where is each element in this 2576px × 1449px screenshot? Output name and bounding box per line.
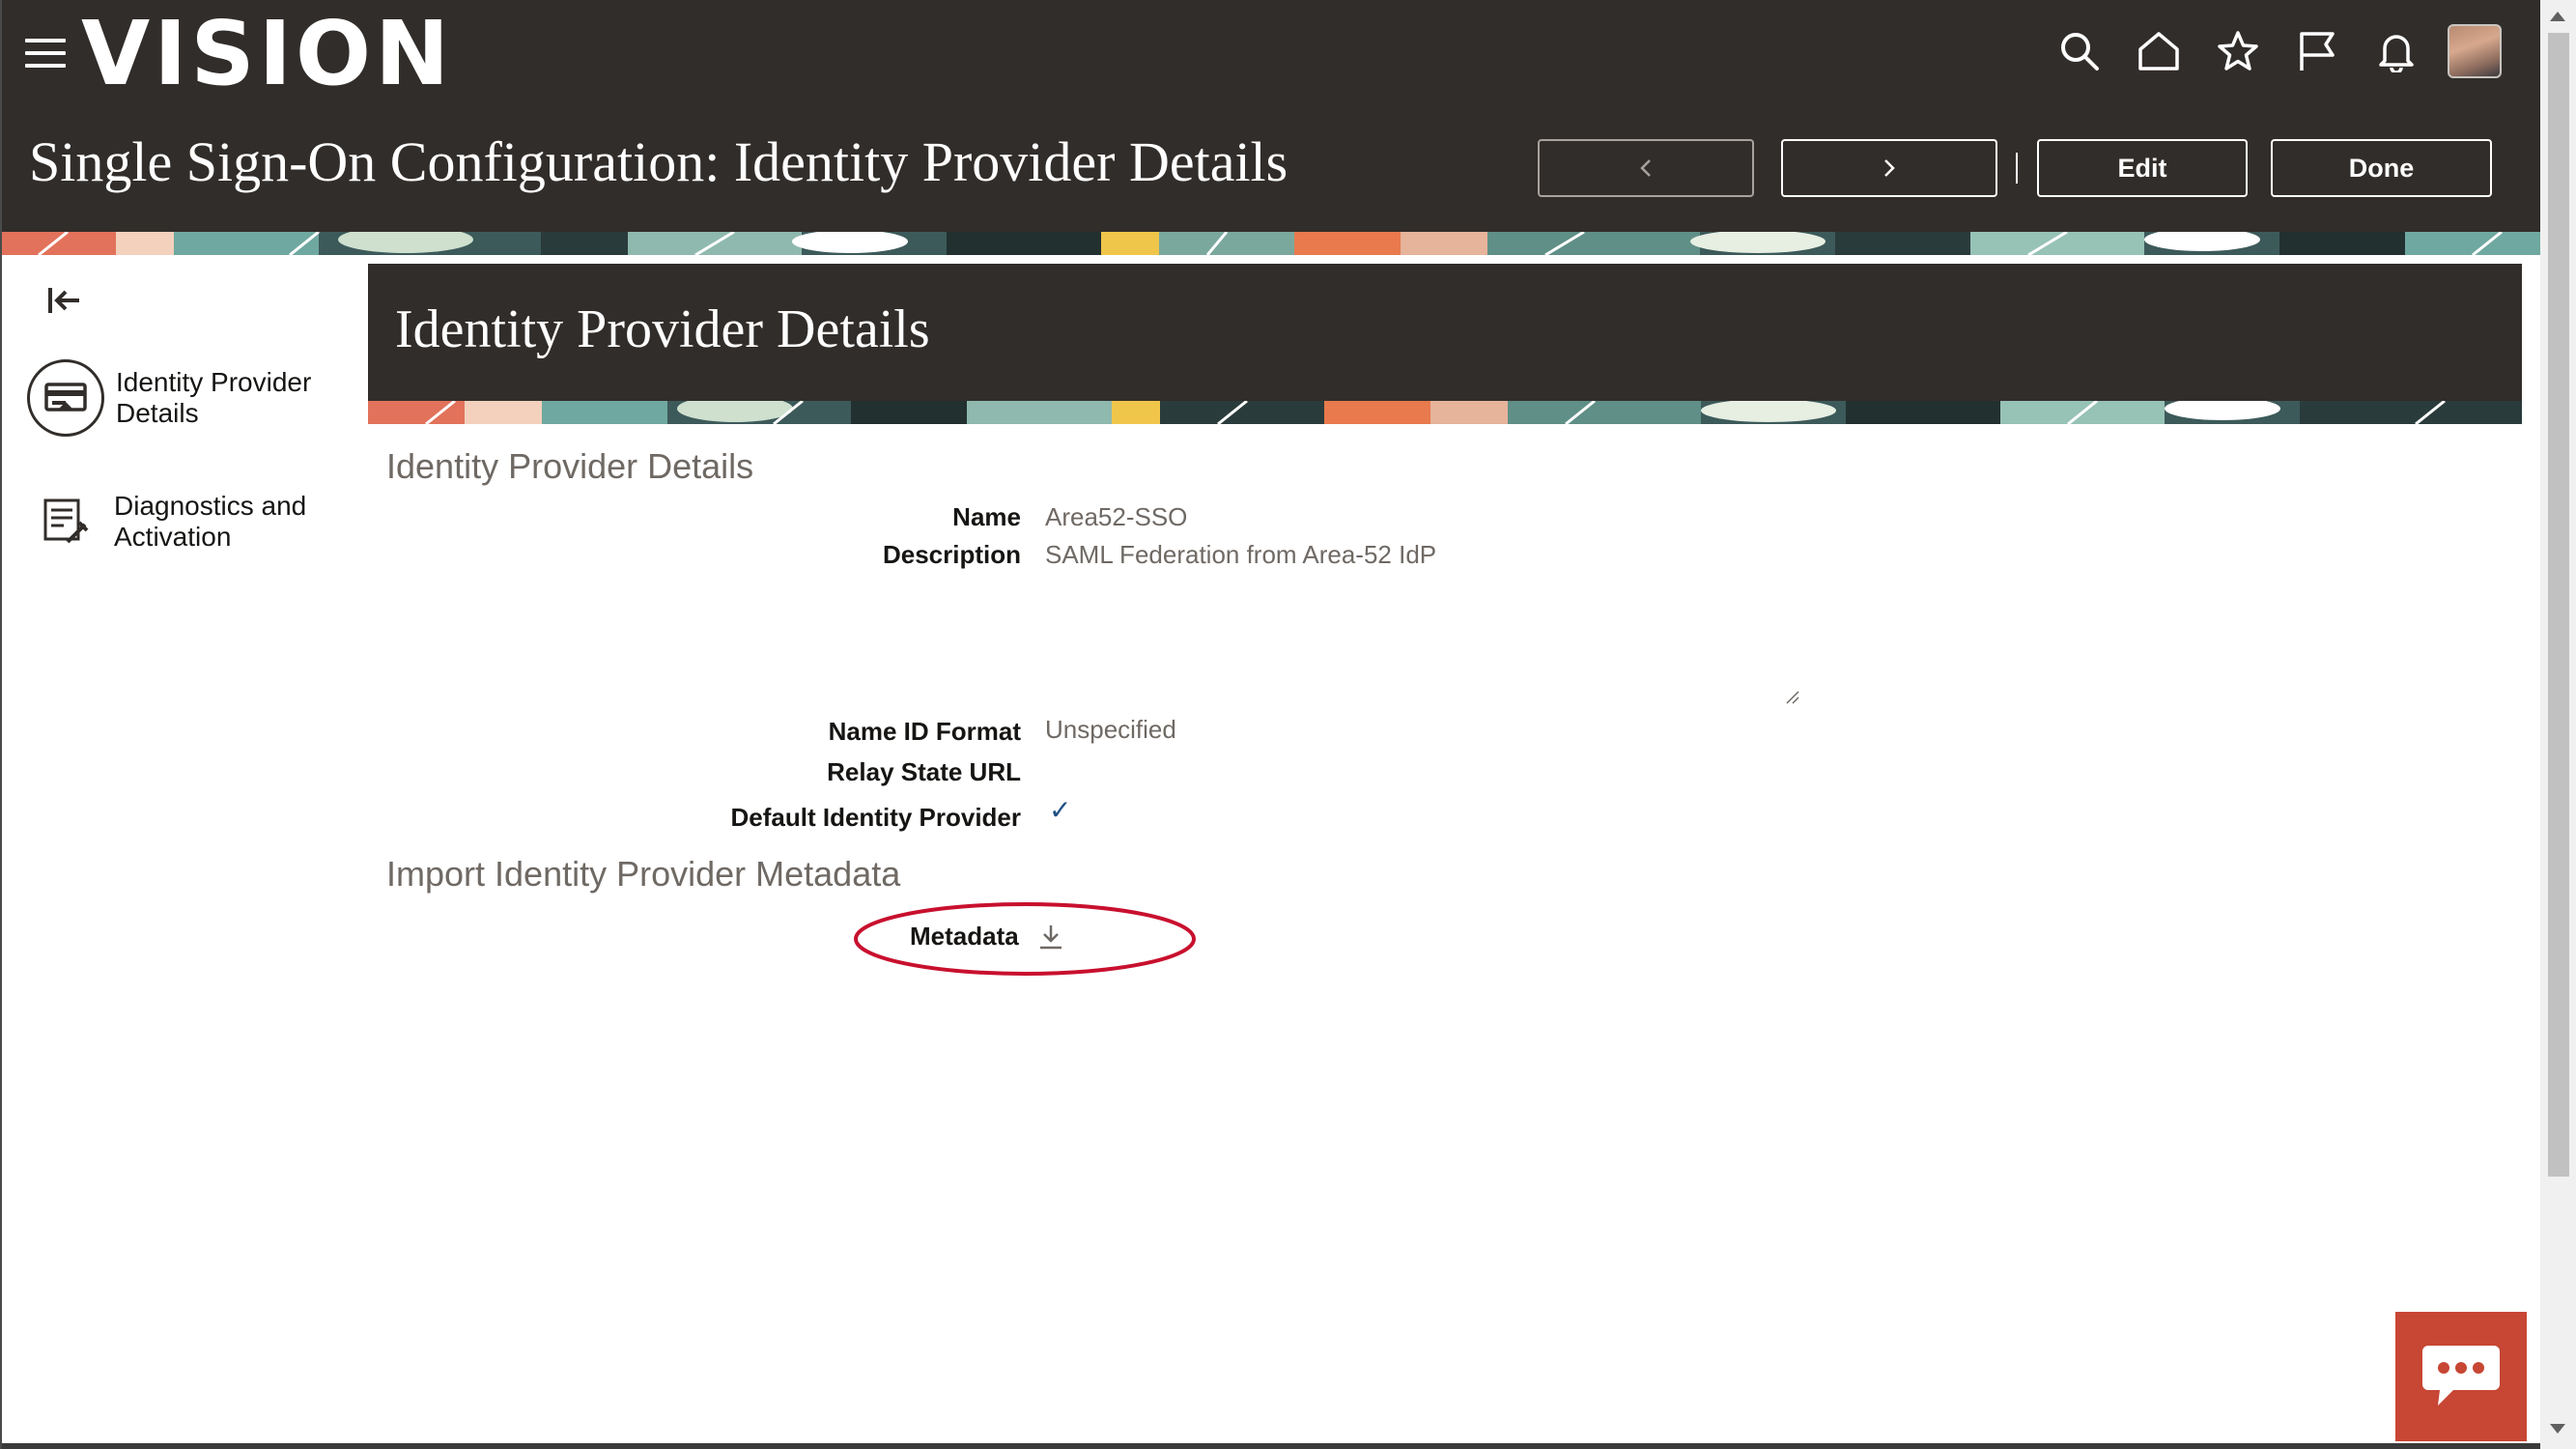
edit-button[interactable]: Edit [2037, 139, 2248, 197]
scroll-up-arrow-icon[interactable] [2550, 12, 2565, 21]
previous-button[interactable] [1538, 139, 1754, 197]
hamburger-menu-icon[interactable] [25, 39, 66, 70]
home-icon[interactable] [2119, 19, 2198, 83]
download-icon[interactable] [1037, 923, 1064, 952]
collapse-panel-icon[interactable] [46, 284, 83, 317]
section-title-identity-provider-details: Identity Provider Details [386, 446, 754, 486]
window-bottom-border [0, 1443, 2540, 1449]
header-decorative-banner [0, 232, 2540, 255]
default-identity-provider-label: Default Identity Provider [730, 803, 1022, 832]
section-title-import-metadata: Import Identity Provider Metadata [386, 854, 901, 894]
chat-assistant-button[interactable] [2395, 1312, 2527, 1441]
sidebar-item-diagnostics-and-activation[interactable]: Diagnostics and Activation [27, 491, 336, 553]
relay-state-url-label: Relay State URL [827, 757, 1021, 786]
global-toolbar [2040, 19, 2521, 83]
name-id-format-value: Unspecified [1045, 715, 1176, 744]
sidebar-item-identity-provider-details[interactable]: Identity Provider Details [27, 359, 338, 437]
name-label: Name [952, 502, 1021, 531]
window-left-border [0, 0, 2, 1449]
sidebar-item-label: Identity Provider Details [116, 367, 312, 428]
scrollbar-thumb[interactable] [2548, 33, 2569, 1177]
page-title: Single Sign-On Configuration: Identity P… [29, 130, 1288, 193]
highlight-oval-annotation [854, 902, 1196, 976]
panel-title: Identity Provider Details [395, 299, 930, 359]
scroll-down-arrow-icon[interactable] [2550, 1424, 2565, 1434]
panel-header: Identity Provider Details [368, 264, 2522, 401]
identity-card-icon [27, 359, 104, 437]
description-label: Description [882, 540, 1021, 569]
chat-bubble-icon [2422, 1346, 2500, 1406]
sidebar-item-label: Diagnostics and Activation [114, 491, 307, 552]
favorites-star-icon[interactable] [2198, 19, 2278, 83]
panel-decorative-banner [368, 401, 2522, 424]
toolbar-separator [2016, 153, 2018, 184]
vision-logo[interactable]: VISION [81, 4, 453, 104]
name-id-format-label: Name ID Format [828, 717, 1021, 746]
user-avatar[interactable] [2448, 24, 2502, 78]
textarea-resize-handle[interactable] [1785, 690, 1800, 705]
description-value: SAML Federation from Area-52 IdP [1045, 540, 1437, 569]
default-identity-provider-check-icon: ✓ [1049, 795, 1072, 825]
app-header: VISION Single Sign-On Configuration: Ide… [0, 0, 2540, 232]
next-button[interactable] [1781, 139, 1997, 197]
done-button[interactable]: Done [2271, 139, 2492, 197]
name-value: Area52-SSO [1045, 502, 1188, 531]
search-icon[interactable] [2040, 19, 2119, 83]
flag-icon[interactable] [2278, 19, 2357, 83]
vertical-scrollbar[interactable] [2540, 0, 2576, 1449]
metadata-label: Metadata [910, 922, 1019, 951]
notifications-bell-icon[interactable] [2357, 19, 2436, 83]
diagnostics-icon [27, 493, 104, 551]
